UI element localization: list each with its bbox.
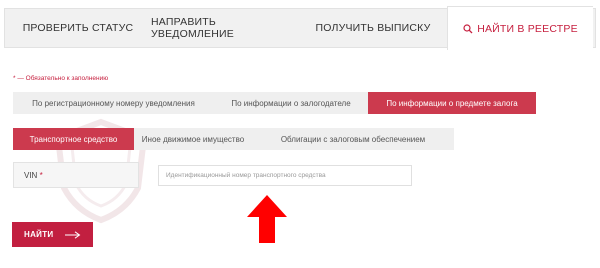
search-by-notice-number-option[interactable]: По регистрационному номеру уведомления bbox=[13, 92, 214, 114]
red-up-arrow-icon bbox=[247, 195, 287, 243]
tab-check-status-label: ПРОВЕРИТЬ СТАТУС bbox=[22, 22, 134, 34]
property-type-other-movable-option[interactable]: Иное движимое имущество bbox=[134, 128, 252, 150]
search-by-pledge-subject-label: По информации о предмете залога bbox=[386, 98, 518, 108]
tab-get-extract-label: ПОЛУЧИТЬ ВЫПИСКУ bbox=[315, 22, 431, 34]
tab-send-notice-label: НАПРАВИТЬ УВЕДОМЛЕНИЕ bbox=[151, 16, 234, 40]
vin-label-box: VIN * bbox=[13, 162, 139, 188]
tab-find-registry[interactable]: НАЙТИ В РЕЕСТРЕ bbox=[447, 6, 593, 50]
arrow-right-icon bbox=[65, 231, 81, 239]
property-type-vehicle-label: Транспортное средство bbox=[29, 134, 118, 144]
search-by-pledgor-option[interactable]: По информации о залогодателе bbox=[214, 92, 368, 114]
tab-send-notice[interactable]: НАПРАВИТЬ УВЕДОМЛЕНИЕ bbox=[151, 9, 299, 47]
vin-input[interactable] bbox=[158, 165, 412, 186]
search-icon bbox=[463, 23, 473, 33]
property-type-bonds-option[interactable]: Облигации с залоговым обеспечением bbox=[252, 128, 454, 150]
search-button[interactable]: НАЙТИ bbox=[12, 222, 93, 247]
vin-label-text: VIN bbox=[24, 171, 38, 180]
tab-check-status[interactable]: ПРОВЕРИТЬ СТАТУС bbox=[5, 9, 151, 47]
property-type-other-movable-label: Иное движимое имущество bbox=[141, 134, 245, 144]
required-note: * — Обязательно к заполнению bbox=[13, 75, 109, 82]
property-type-segmented-control: Транспортное средство Иное движимое имущ… bbox=[13, 128, 454, 150]
search-by-notice-number-label: По регистрационному номеру уведомления bbox=[32, 98, 195, 108]
vin-label: VIN * bbox=[24, 171, 43, 180]
required-star: * bbox=[39, 171, 43, 180]
tab-get-extract[interactable]: ПОЛУЧИТЬ ВЫПИСКУ bbox=[299, 9, 447, 47]
property-type-bonds-label: Облигации с залоговым обеспечением bbox=[280, 134, 426, 144]
search-by-pledge-subject-option[interactable]: По информации о предмете залога bbox=[368, 92, 536, 114]
search-by-pledgor-label: По информации о залогодателе bbox=[231, 98, 351, 108]
search-button-label: НАЙТИ bbox=[24, 230, 54, 239]
tab-find-registry-label: НАЙТИ В РЕЕСТРЕ bbox=[477, 22, 578, 35]
search-by-segmented-control: По регистрационному номеру уведомления П… bbox=[13, 92, 536, 114]
property-type-vehicle-option[interactable]: Транспортное средство bbox=[13, 128, 134, 150]
top-tab-bar: ПРОВЕРИТЬ СТАТУС НАПРАВИТЬ УВЕДОМЛЕНИЕ П… bbox=[4, 6, 596, 50]
